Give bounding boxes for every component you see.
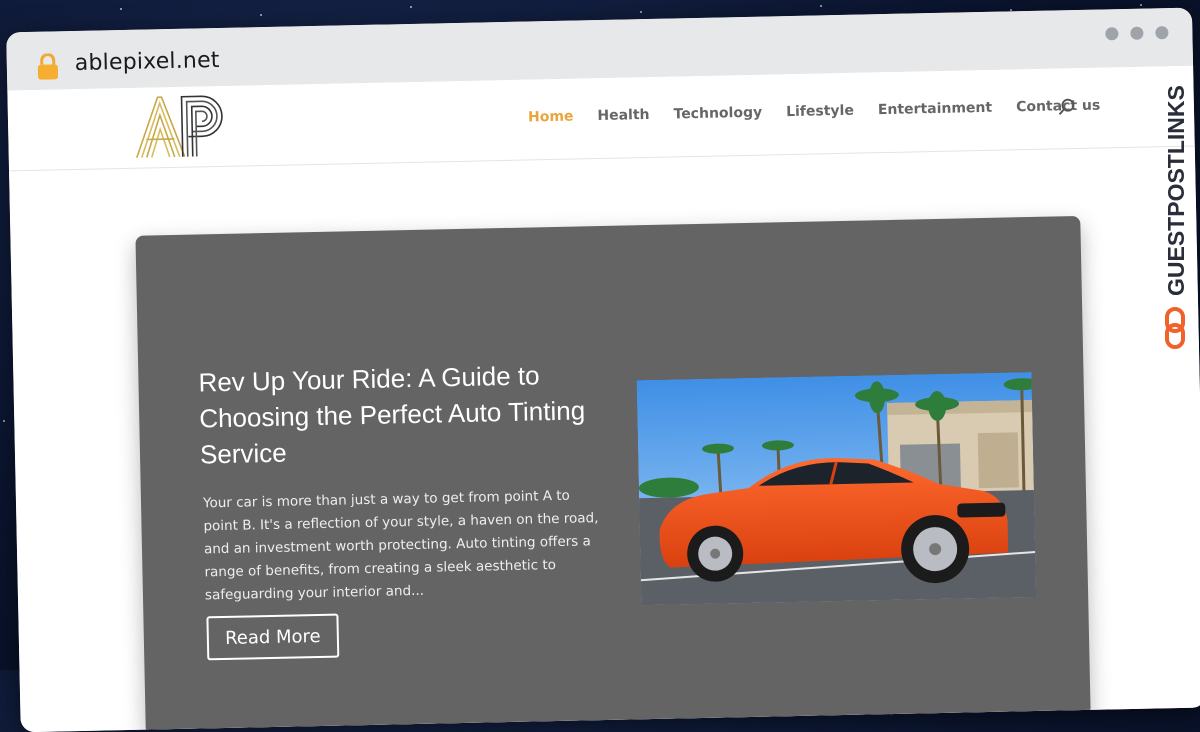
post-excerpt: Your car is more than just a way to get … (202, 487, 599, 604)
window-dot-3[interactable] (1155, 26, 1169, 40)
nav-health[interactable]: Health (597, 107, 649, 124)
post-title[interactable]: Rev Up Your Ride: A Guide to Choosing th… (198, 356, 600, 472)
website-page: Home Health Technology Lifestyle Enterta… (7, 65, 1200, 732)
svg-text:GUESTPOSTLINKS: GUESTPOSTLINKS (1163, 85, 1189, 296)
featured-post: Rev Up Your Ride: A Guide to Choosing th… (135, 215, 1091, 732)
address-bar-url[interactable]: ablepixel.net (75, 48, 220, 76)
read-more-button[interactable]: Read More (206, 613, 340, 661)
window-controls (1105, 26, 1169, 41)
guestpostlinks-logo: GUESTPOSTLINKS (1163, 85, 1189, 349)
nav-lifestyle[interactable]: Lifestyle (786, 103, 854, 120)
lock-icon (37, 53, 59, 80)
window-dot-1[interactable] (1105, 27, 1119, 41)
post-image-orange-car[interactable] (636, 372, 1037, 606)
nav-entertainment[interactable]: Entertainment (878, 100, 993, 118)
search-icon[interactable] (1058, 98, 1076, 116)
browser-window: ablepixel.net Home Health Technology Lif… (6, 7, 1200, 732)
window-dot-2[interactable] (1130, 26, 1144, 40)
nav-technology[interactable]: Technology (673, 105, 762, 123)
main-nav: Home Health Technology Lifestyle Enterta… (528, 98, 1101, 126)
nav-home[interactable]: Home (528, 109, 574, 126)
site-logo[interactable] (131, 90, 228, 162)
